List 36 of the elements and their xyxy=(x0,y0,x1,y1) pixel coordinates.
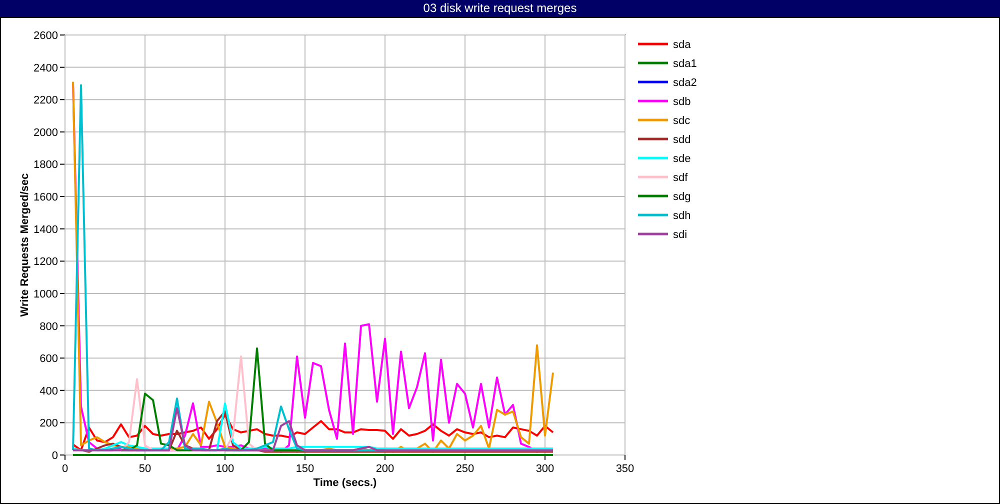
tick-label: 250 xyxy=(456,463,474,475)
tick-label: 800 xyxy=(40,320,58,333)
tick-label: 200 xyxy=(376,463,394,475)
tick-label: 1400 xyxy=(34,224,58,236)
tick-label: 1200 xyxy=(34,256,58,268)
tick-label: 350 xyxy=(616,463,634,475)
tick-label: 1800 xyxy=(34,159,58,172)
tick-label: 600 xyxy=(40,353,58,366)
legend-label: sda xyxy=(673,39,691,51)
legend-label: sde xyxy=(673,153,691,165)
tick-label: 1000 xyxy=(34,288,58,300)
chart-title: 03 disk write request merges xyxy=(0,0,1000,17)
legend-label: sdf xyxy=(673,172,688,184)
tick-label: 100 xyxy=(216,463,234,475)
tick-label: 300 xyxy=(536,463,554,475)
legend-label: sdb xyxy=(673,96,691,108)
tick-label: 2000 xyxy=(34,126,58,139)
legend-label: sdc xyxy=(673,115,690,127)
tick-label: 200 xyxy=(40,418,58,430)
legend-label: sdg xyxy=(673,191,691,203)
axis-label: Write Requests Merged/sec xyxy=(19,173,31,317)
legend-label: sda1 xyxy=(673,58,697,70)
tick-label: 50 xyxy=(138,463,152,475)
legend-label: sdi xyxy=(673,229,688,241)
tick-label: 0 xyxy=(62,463,68,475)
legend-label: sda2 xyxy=(673,77,697,89)
legend-label: sdd xyxy=(673,134,691,146)
tick-label: 400 xyxy=(40,385,58,398)
tick-label: 0 xyxy=(52,450,58,462)
tick-label: 150 xyxy=(296,463,314,475)
tick-label: 2400 xyxy=(34,62,58,74)
tick-label: 2600 xyxy=(34,30,58,42)
axis-label: Time (secs.) xyxy=(313,477,377,489)
tick-label: 1600 xyxy=(34,192,58,204)
tick-label: 2200 xyxy=(34,94,58,107)
legend-label: sdh xyxy=(673,210,691,222)
